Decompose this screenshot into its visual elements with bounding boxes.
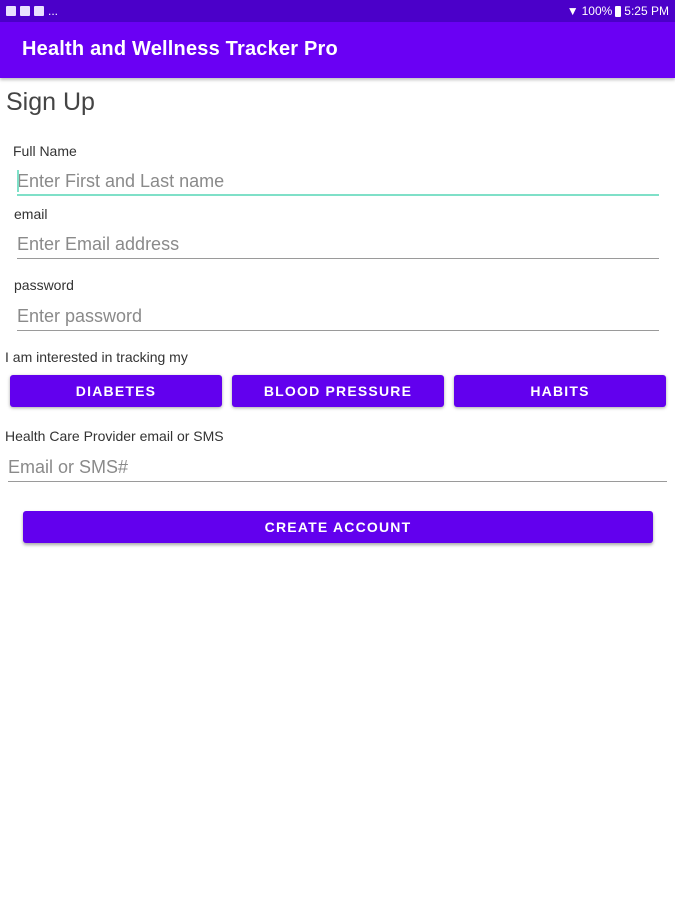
status-overflow: ... (48, 4, 59, 18)
create-account-button[interactable]: CREATE ACCOUNT (23, 511, 653, 543)
habits-button[interactable]: HABITS (454, 375, 666, 407)
provider-contact-input[interactable] (8, 454, 667, 482)
wifi-icon: ▼ (566, 4, 579, 18)
battery-percent: 100% (581, 4, 613, 18)
app-bar: Health and Wellness Tracker Pro (0, 22, 675, 78)
notification-icon (6, 6, 16, 16)
facebook-icon (20, 6, 30, 16)
message-icon (34, 6, 44, 16)
status-notifications: ... (6, 4, 58, 18)
provider-label: Health Care Provider email or SMS (5, 428, 224, 444)
full-name-label: Full Name (13, 143, 77, 159)
blood-pressure-button[interactable]: BLOOD PRESSURE (232, 375, 444, 407)
status-bar: ... ▼ 100% 5:25 PM (0, 0, 675, 22)
clock: 5:25 PM (624, 4, 669, 18)
text-cursor (17, 170, 19, 192)
diabetes-button[interactable]: DIABETES (10, 375, 222, 407)
email-input[interactable] (17, 231, 659, 259)
password-input[interactable] (17, 303, 659, 331)
email-label: email (14, 206, 48, 222)
full-name-input[interactable] (17, 168, 659, 196)
password-label: password (14, 277, 74, 293)
tracking-label: I am interested in tracking my (5, 349, 188, 365)
page-title: Sign Up (6, 88, 95, 116)
status-system: ▼ 100% 5:25 PM (567, 4, 669, 18)
battery-icon (615, 5, 622, 17)
app-title: Health and Wellness Tracker Pro (22, 38, 338, 60)
